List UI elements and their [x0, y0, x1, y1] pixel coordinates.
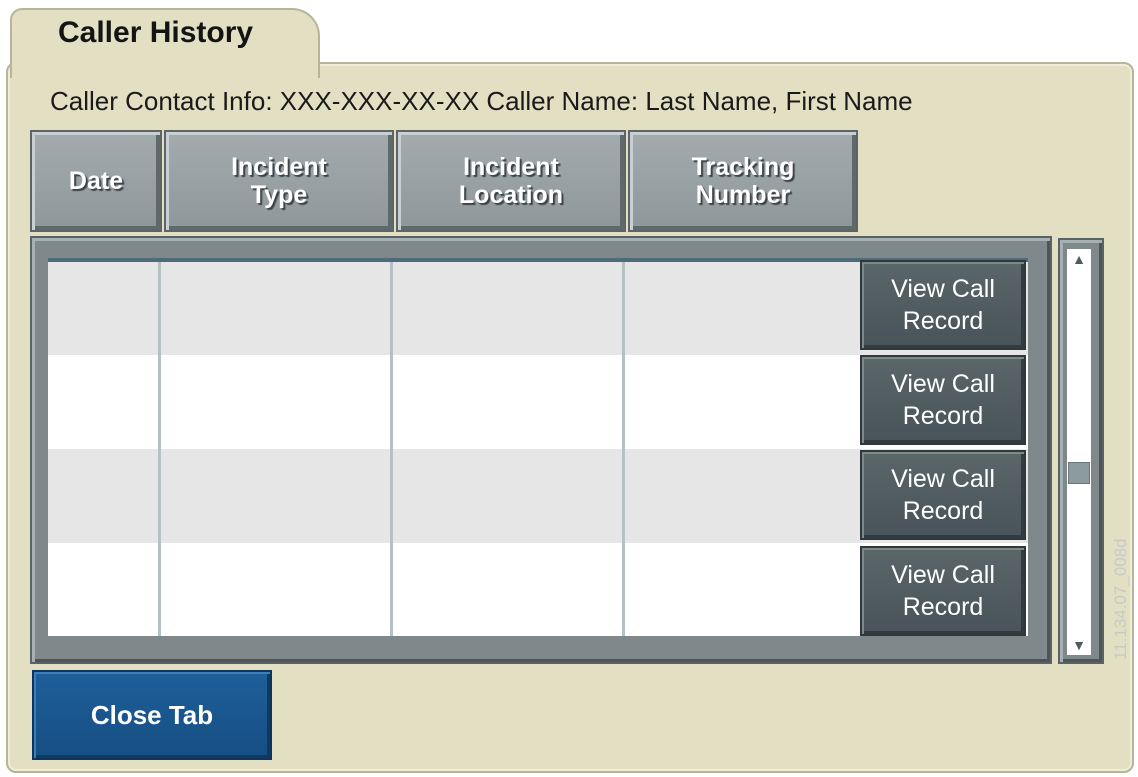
tab-join — [12, 60, 318, 68]
column-divider — [390, 262, 393, 636]
scroll-up-arrow-icon[interactable]: ▲ — [1068, 250, 1090, 268]
caller-history-window: Caller History Caller Contact Info: XXX-… — [0, 0, 1138, 777]
figure-id-watermark: 11.134.07_008d — [1111, 538, 1130, 660]
column-header-date[interactable]: Date — [30, 130, 162, 232]
view-call-record-button[interactable]: View Call Record — [860, 450, 1026, 540]
column-divider — [622, 262, 625, 636]
scrollbar-track[interactable] — [1066, 248, 1092, 656]
tab-title: Caller History — [58, 16, 254, 49]
view-call-record-button[interactable]: View Call Record — [860, 355, 1026, 445]
scrollbar-thumb[interactable] — [1068, 462, 1090, 484]
view-call-record-button[interactable]: View Call Record — [860, 546, 1026, 636]
column-header-incident-location[interactable]: Incident Location — [396, 130, 626, 232]
column-divider — [158, 262, 161, 636]
close-tab-button[interactable]: Close Tab — [32, 670, 272, 760]
scroll-down-arrow-icon[interactable]: ▼ — [1068, 636, 1090, 654]
caller-info-line: Caller Contact Info: XXX-XXX-XX-XX Calle… — [50, 86, 913, 116]
column-header-incident-type[interactable]: Incident Type — [164, 130, 394, 232]
column-header-tracking-number[interactable]: Tracking Number — [628, 130, 858, 232]
view-call-record-button[interactable]: View Call Record — [860, 260, 1026, 350]
